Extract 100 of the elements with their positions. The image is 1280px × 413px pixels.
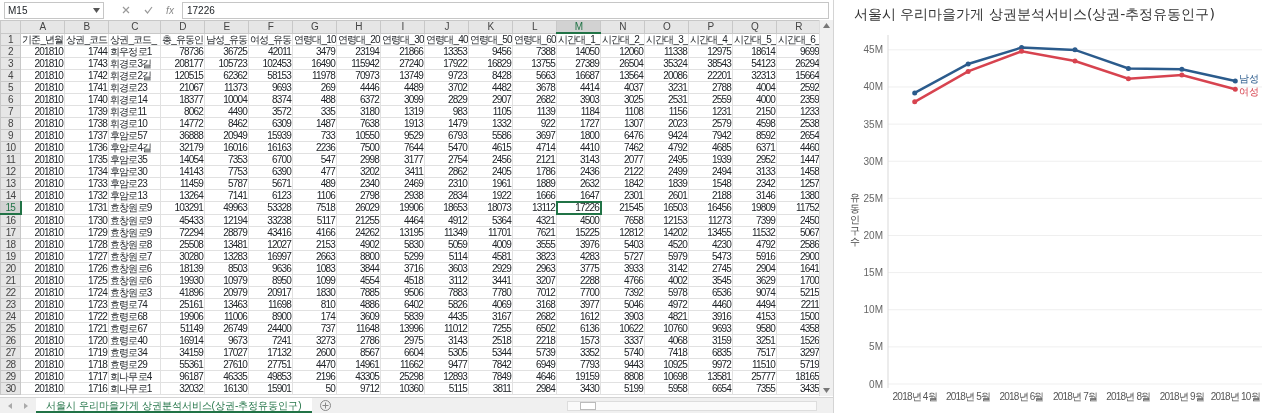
column-header[interactable]: R: [776, 20, 820, 33]
column-header[interactable]: M: [556, 20, 601, 33]
y-tick-label: 30M: [863, 155, 883, 167]
column-header[interactable]: I: [380, 20, 425, 33]
table-cell: 1718: [64, 358, 109, 371]
column-header[interactable]: N: [600, 20, 645, 33]
table-cell: 3142: [644, 262, 689, 275]
table-cell: 3207: [512, 274, 557, 287]
table-cell: 5117: [292, 214, 337, 227]
check-icon[interactable]: [144, 6, 153, 14]
table-cell: 4009: [468, 238, 513, 251]
table-cell: 휘경로23: [108, 81, 161, 94]
table-cell: 13749: [380, 69, 425, 82]
dropdown-caret-icon[interactable]: [93, 7, 100, 13]
table-cell: 4000: [732, 93, 777, 106]
column-header[interactable]: A: [20, 20, 65, 33]
table-cell: 9693: [248, 81, 293, 94]
table-cell: 2663: [292, 250, 337, 263]
table-cell: 효창원로9: [108, 214, 161, 227]
table-cell: 1732: [64, 189, 109, 202]
column-header[interactable]: G: [292, 20, 337, 33]
table-cell: 3167: [468, 310, 513, 323]
insert-function-button[interactable]: fx: [162, 1, 178, 19]
table-cell: 2834: [424, 189, 469, 202]
column-header[interactable]: P: [688, 20, 733, 33]
selected-cell[interactable]: 17226: [556, 201, 601, 214]
table-cell: 9529: [380, 129, 425, 142]
table-cell: 효령로40: [108, 334, 161, 347]
table-cell: 1742: [64, 69, 109, 82]
table-cell: 14202: [644, 226, 689, 239]
table-cell: 17132: [248, 346, 293, 359]
table-cell: 1307: [600, 117, 645, 130]
horizontal-scrollbar[interactable]: [567, 400, 817, 411]
table-cell: 13195: [380, 226, 425, 239]
table-cell: 1717: [64, 370, 109, 383]
column-header[interactable]: B: [64, 20, 109, 33]
table-cell: 4581: [468, 250, 513, 263]
table-cell: 1721: [64, 322, 109, 335]
table-cell: 11349: [424, 226, 469, 239]
column-header[interactable]: F: [248, 20, 293, 33]
column-header[interactable]: Q: [732, 20, 777, 33]
table-cell: 1139: [512, 105, 557, 118]
table-cell: 1487: [292, 117, 337, 130]
table-cell: 7621: [512, 226, 557, 239]
table-cell: 6390: [248, 165, 293, 178]
table-cell: 13455: [688, 226, 733, 239]
table-cell: 회나무로1: [108, 382, 161, 395]
scroll-up-arrow-icon[interactable]: [823, 23, 830, 28]
table-cell: 3844: [336, 262, 381, 275]
table-cell: 1666: [512, 189, 557, 202]
cancel-icon[interactable]: [122, 6, 130, 14]
column-header[interactable]: J: [424, 20, 469, 33]
table-cell: 2952: [732, 153, 777, 166]
column-header[interactable]: L: [512, 20, 557, 33]
column-title-cell: 상권_코드_: [108, 33, 161, 46]
vertical-scrollbar[interactable]: [819, 20, 833, 396]
table-cell: 201810: [20, 45, 65, 58]
formula-input[interactable]: 17226: [182, 1, 829, 19]
table-cell: 103291: [160, 201, 205, 214]
table-cell: 6502: [512, 322, 557, 335]
table-cell: 효령로34: [108, 346, 161, 359]
add-sheet-icon[interactable]: [319, 400, 331, 411]
table-cell: 2436: [556, 165, 601, 178]
table-cell: 201810: [20, 69, 65, 82]
table-cell: 13353: [424, 45, 469, 58]
table-cell: 9506: [380, 286, 425, 299]
column-header[interactable]: K: [468, 20, 513, 33]
table-cell: 후암로13: [108, 189, 161, 202]
table-cell: 5344: [468, 346, 513, 359]
column-header[interactable]: E: [204, 20, 249, 33]
table-cell: 9723: [424, 69, 469, 82]
data-point: [912, 89, 918, 95]
table-cell: 30280: [160, 250, 205, 263]
table-cell: 49963: [204, 201, 249, 214]
scroll-down-arrow-icon[interactable]: [823, 388, 830, 393]
table-cell: 3143: [424, 334, 469, 347]
table-cell: 효창원로8: [108, 238, 161, 251]
table-cell: 1939: [688, 153, 733, 166]
sheet-nav-arrows-icon[interactable]: [8, 402, 28, 409]
column-header[interactable]: H: [336, 20, 381, 33]
table-cell: 5470: [424, 141, 469, 154]
table-cell: 9972: [688, 358, 733, 371]
table-cell: 201810: [20, 141, 65, 154]
table-cell: 4615: [468, 141, 513, 154]
table-cell: 8503: [204, 262, 249, 275]
column-header[interactable]: C: [108, 20, 161, 33]
table-cell: 4912: [424, 214, 469, 227]
table-cell: 3702: [424, 81, 469, 94]
table-cell: 2342: [732, 177, 777, 190]
table-cell: 3411: [380, 165, 425, 178]
name-box[interactable]: M15: [4, 1, 104, 19]
table-cell: 62362: [204, 69, 249, 82]
sheet-tab[interactable]: 서울시 우리마을가게 상권분석서비스(상권-추정유동인구): [36, 398, 312, 413]
table-cell: 201810: [20, 334, 65, 347]
table-cell: 휘경로14: [108, 93, 161, 106]
column-title-cell: 시간대_2_: [600, 33, 645, 46]
table-cell: 8062: [160, 105, 205, 118]
column-header[interactable]: O: [644, 20, 689, 33]
table-cell: 13564: [600, 69, 645, 82]
column-header[interactable]: D: [160, 20, 205, 33]
